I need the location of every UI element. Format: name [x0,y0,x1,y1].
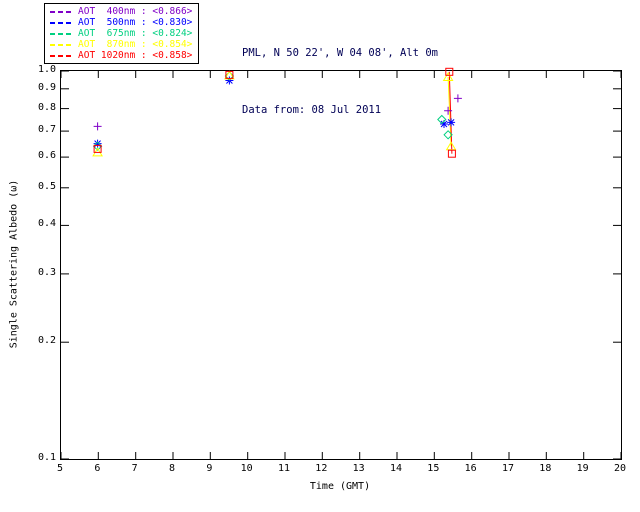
legend-entry: AOT 500nm : <0.830> [50,17,192,28]
x-axis-title: Time (GMT) [309,481,371,492]
legend-entry-label: AOT 1020nm : <0.858> [78,50,193,61]
legend-dash-line-icon [50,43,72,46]
x-tick-label: 14 [389,463,403,474]
legend-dash-line-icon [50,10,72,13]
y-tick-label: 0.2 [37,335,56,347]
x-tick-label: 20 [613,463,627,474]
x-tick-label: 11 [277,463,291,474]
y-tick-label: 0.6 [37,150,56,162]
x-tick-label: 15 [427,463,440,474]
y-tick-label: 0.5 [37,180,56,192]
x-tick-label: 9 [206,463,213,474]
legend-box: AOT 400nm : <0.866> AOT 500nm : <0.830> AO… [44,3,200,64]
legend-entry: AOT 675nm : <0.824> [50,28,192,39]
x-tick-label: 7 [131,463,138,474]
legend-entry-label: AOT 675nm : <0.824> [78,28,193,39]
x-tick-label: 6 [94,463,101,474]
y-tick-label: 0.1 [37,452,56,463]
x-tick-label: 13 [352,463,365,474]
legend-entry-label: AOT 870nm : <0.854> [78,39,193,50]
x-tick-label: 5 [56,463,64,474]
x-tick-label: 16 [464,463,477,474]
y-axis-title: Single Scattering Albedo (ω) [8,179,20,349]
plot-page: AOT 400nm : <0.866> AOT 500nm : <0.830> AO… [0,0,640,512]
legend-dash-line-icon [50,21,72,24]
x-tick-label: 19 [576,463,589,474]
legend-entry-label: AOT 500nm : <0.830> [78,17,193,28]
x-tick-label: 8 [168,463,176,474]
legend-entry-label: AOT 400nm : <0.866> [78,6,193,17]
x-tick-label: 10 [240,463,253,474]
plot-area [60,67,622,460]
y-tick-label: 0.9 [37,81,56,93]
station-title: PML, N 50 22', W 04 08', Alt 0m [242,47,438,59]
legend-entry: AOT 870nm : <0.854> [50,39,192,50]
y-tick-label: 0.4 [37,218,56,230]
x-tick-label: 17 [501,463,515,474]
y-tick-label: 0.7 [37,124,56,136]
x-tick-label: 18 [539,463,552,474]
legend-entry: AOT 1020nm : <0.858> [50,50,192,61]
legend-dash-line-icon [50,32,72,35]
x-tick-label: 12 [315,463,328,474]
legend-entry: AOT 400nm : <0.866> [50,6,192,17]
y-tick-label: 0.8 [37,101,56,113]
legend-dash-line-icon [50,54,72,57]
y-tick-label: 0.3 [37,266,56,278]
chart-canvas [60,67,622,460]
y-tick-label: 1.0 [37,64,56,75]
